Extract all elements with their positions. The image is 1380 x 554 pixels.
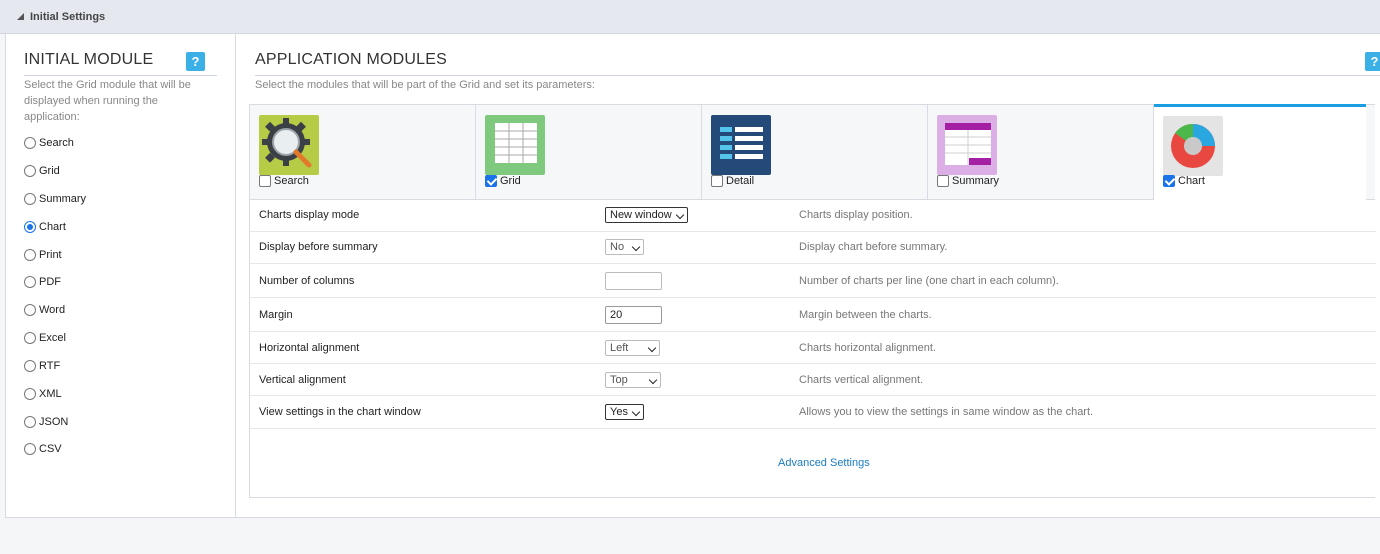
module-tile-detail[interactable]: Detail (702, 105, 928, 199)
radio-rtf[interactable]: RTF (24, 358, 60, 374)
divider (255, 75, 1380, 76)
radio-button[interactable] (24, 332, 36, 344)
section-title: Initial Settings (30, 11, 106, 23)
radio-button[interactable] (24, 416, 36, 428)
module-label: Search (274, 175, 309, 187)
radio-button[interactable] (24, 137, 36, 149)
radio-button[interactable] (24, 249, 36, 261)
radio-button-selected[interactable] (24, 221, 36, 233)
radio-word[interactable]: Word (24, 302, 65, 318)
chevron-down-icon (631, 407, 641, 417)
application-modules-description: Select the modules that will be part of … (255, 79, 595, 91)
number-of-columns-input[interactable] (605, 272, 662, 290)
application-modules-help-button[interactable]: ? (1365, 52, 1380, 71)
setting-row-margin: Margin 20 Margin between the charts. (250, 298, 1376, 332)
display-before-summary-select[interactable]: No (605, 239, 644, 255)
chart-settings-table: Charts display mode New window Charts di… (249, 200, 1376, 498)
radio-xml[interactable]: XML (24, 386, 62, 402)
radio-json[interactable]: JSON (24, 414, 68, 430)
module-tile-search[interactable]: Search (250, 105, 476, 199)
initial-module-help-button[interactable]: ? (186, 52, 205, 71)
setting-row-display-mode: Charts display mode New window Charts di… (250, 200, 1376, 232)
module-checkbox-search[interactable] (259, 175, 271, 187)
module-tile-summary[interactable]: Summary (928, 105, 1154, 199)
initial-module-description: Select the Grid module that will be disp… (24, 79, 191, 123)
charts-display-mode-select[interactable]: New window (605, 207, 688, 223)
radio-summary[interactable]: Summary (24, 191, 86, 207)
setting-row-vertical-alignment: Vertical alignment Top Charts vertical a… (250, 364, 1376, 396)
margin-input[interactable]: 20 (605, 306, 662, 324)
initial-module-column: INITIAL MODULE ? Select the Grid module … (6, 34, 236, 517)
pie-chart-icon (1163, 116, 1223, 176)
initial-module-title: INITIAL MODULE (24, 51, 154, 68)
radio-button[interactable] (24, 165, 36, 177)
radio-button[interactable] (24, 443, 36, 455)
setting-row-columns: Number of columns Number of charts per l… (250, 264, 1376, 298)
radio-button[interactable] (24, 193, 36, 205)
module-label: Grid (500, 175, 521, 187)
module-label: Detail (726, 175, 755, 187)
divider (24, 75, 217, 76)
section-header[interactable]: Initial Settings (0, 0, 1380, 34)
module-checkbox-summary[interactable] (937, 175, 949, 187)
module-checkbox-detail[interactable] (711, 175, 723, 187)
radio-button[interactable] (24, 304, 36, 316)
module-tiles: Search Grid Detail Summary Chart (249, 104, 1375, 200)
radio-pdf[interactable]: PDF (24, 274, 61, 290)
view-settings-select[interactable]: Yes (605, 404, 644, 420)
chevron-down-icon (648, 375, 658, 385)
radio-button[interactable] (24, 388, 36, 400)
module-tile-grid[interactable]: Grid (476, 105, 702, 199)
setting-row-horizontal-alignment: Horizontal alignment Left Charts horizon… (250, 332, 1376, 364)
radio-csv[interactable]: CSV (24, 441, 62, 457)
setting-row-view-settings: View settings in the chart window Yes Al… (250, 396, 1376, 429)
module-label: Summary (952, 175, 1000, 187)
collapse-triangle-icon[interactable] (17, 13, 24, 20)
horizontal-alignment-select[interactable]: Left (605, 340, 660, 356)
chevron-down-icon (675, 210, 685, 220)
radio-button[interactable] (24, 360, 36, 372)
detail-list-icon (711, 115, 771, 175)
radio-button[interactable] (24, 276, 36, 288)
module-checkbox-chart[interactable] (1163, 175, 1175, 187)
module-tile-chart[interactable]: Chart (1154, 104, 1366, 200)
radio-chart[interactable]: Chart (24, 219, 66, 235)
advanced-settings-link[interactable]: Advanced Settings (778, 457, 870, 469)
summary-table-icon (937, 115, 997, 175)
radio-excel[interactable]: Excel (24, 330, 66, 346)
grid-table-icon (485, 115, 545, 175)
module-label: Chart (1178, 175, 1205, 187)
vertical-alignment-select[interactable]: Top (605, 372, 661, 388)
radio-search[interactable]: Search (24, 135, 74, 151)
radio-grid[interactable]: Grid (24, 163, 60, 179)
chevron-down-icon (647, 343, 657, 353)
search-gear-icon (259, 115, 319, 175)
radio-print[interactable]: Print (24, 247, 62, 263)
application-modules-title: APPLICATION MODULES (255, 51, 447, 68)
setting-row-before-summary: Display before summary No Display chart … (250, 232, 1376, 264)
chevron-down-icon (631, 242, 641, 252)
module-checkbox-grid[interactable] (485, 175, 497, 187)
